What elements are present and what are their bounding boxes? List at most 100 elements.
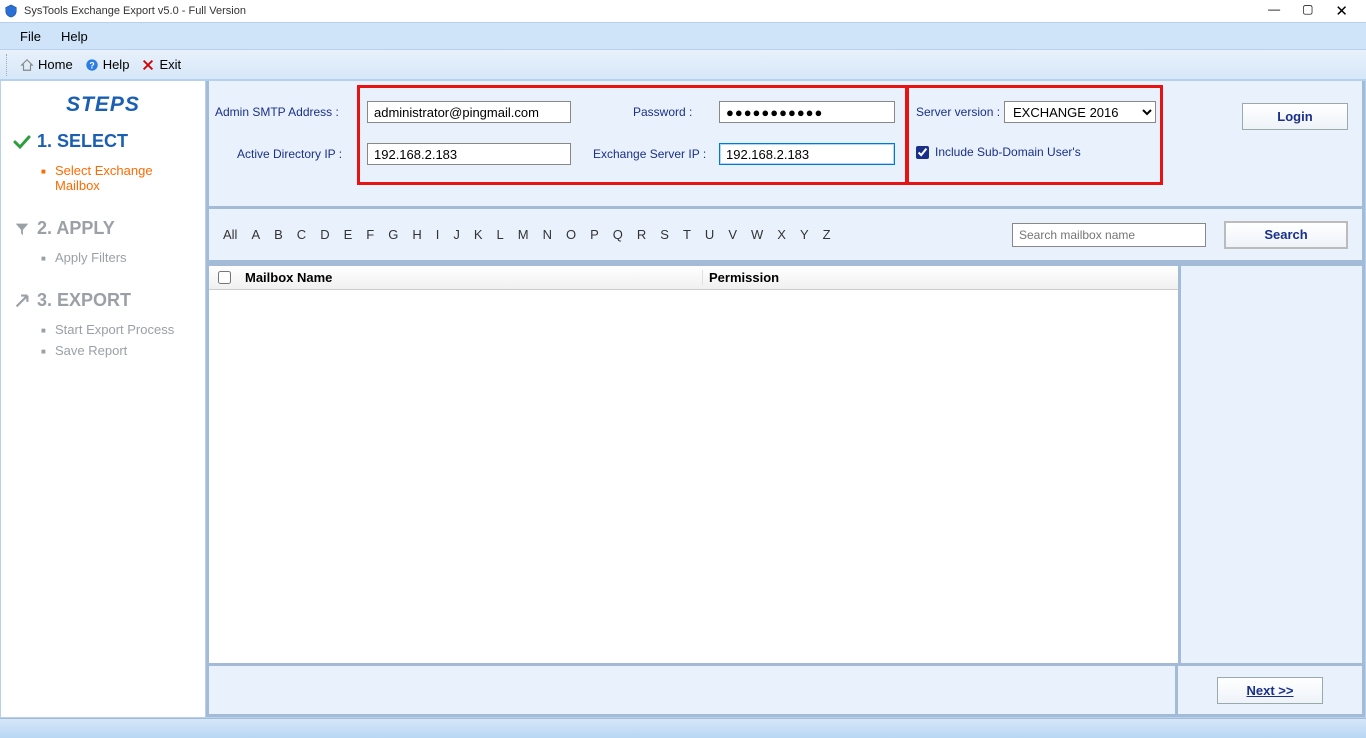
alpha-q[interactable]: Q bbox=[613, 227, 623, 242]
credentials-panel: Admin SMTP Address : Password : Active D… bbox=[206, 81, 1365, 209]
step-1: 1. SELECT Select Exchange Mailbox bbox=[11, 131, 195, 196]
mailbox-table: Mailbox Name Permission bbox=[206, 263, 1181, 666]
alpha-b[interactable]: B bbox=[274, 227, 283, 242]
step-3-head[interactable]: 3. EXPORT bbox=[11, 290, 195, 311]
include-subdomain-checkbox[interactable] bbox=[916, 146, 929, 159]
alpha-x[interactable]: X bbox=[777, 227, 786, 242]
alpha-o[interactable]: O bbox=[566, 227, 576, 242]
toolbar-exit[interactable]: Exit bbox=[135, 55, 187, 74]
maximize-button[interactable]: ▢ bbox=[1302, 2, 1313, 20]
step-3-label: 3. EXPORT bbox=[37, 290, 131, 311]
login-button[interactable]: Login bbox=[1242, 103, 1348, 130]
svg-text:?: ? bbox=[89, 60, 94, 70]
menubar: File Help bbox=[0, 22, 1366, 50]
minimize-button[interactable]: — bbox=[1268, 2, 1280, 20]
exit-icon bbox=[141, 58, 155, 72]
admin-smtp-input[interactable] bbox=[367, 101, 571, 123]
alpha-a[interactable]: A bbox=[251, 227, 260, 242]
password-label: Password : bbox=[633, 105, 692, 119]
filter-icon bbox=[11, 220, 33, 238]
step-3-sub-1[interactable]: Start Export Process bbox=[55, 319, 195, 340]
check-icon bbox=[11, 132, 33, 152]
step-1-head[interactable]: 1. SELECT bbox=[11, 131, 195, 152]
alpha-w[interactable]: W bbox=[751, 227, 763, 242]
toolbar: Home ? Help Exit bbox=[0, 50, 1366, 80]
alpha-h[interactable]: H bbox=[412, 227, 421, 242]
export-icon bbox=[11, 292, 33, 310]
password-input[interactable] bbox=[719, 101, 895, 123]
content-area: Admin SMTP Address : Password : Active D… bbox=[206, 81, 1365, 717]
alpha-p[interactable]: P bbox=[590, 227, 599, 242]
exip-label: Exchange Server IP : bbox=[593, 147, 706, 161]
step-2-label: 2. APPLY bbox=[37, 218, 115, 239]
select-all-checkbox[interactable] bbox=[218, 271, 231, 284]
toolbar-home[interactable]: Home bbox=[14, 55, 79, 74]
help-icon: ? bbox=[85, 58, 99, 72]
server-version-label: Server version : bbox=[916, 105, 1000, 119]
server-version-select[interactable]: EXCHANGE 2016 bbox=[1004, 101, 1156, 123]
window-title: SysTools Exchange Export v5.0 - Full Ver… bbox=[24, 5, 246, 17]
menu-help[interactable]: Help bbox=[51, 25, 98, 48]
alpha-l[interactable]: L bbox=[497, 227, 504, 242]
adip-input[interactable] bbox=[367, 143, 571, 165]
side-panel bbox=[1181, 263, 1365, 666]
alpha-v[interactable]: V bbox=[728, 227, 737, 242]
step-1-label: 1. SELECT bbox=[37, 131, 128, 152]
toolbar-exit-label: Exit bbox=[159, 57, 181, 72]
alpha-t[interactable]: T bbox=[683, 227, 691, 242]
alpha-r[interactable]: R bbox=[637, 227, 646, 242]
next-button[interactable]: Next >> bbox=[1217, 677, 1323, 704]
alpha-g[interactable]: G bbox=[388, 227, 398, 242]
step-3-sub-2[interactable]: Save Report bbox=[55, 340, 195, 361]
bottom-right: Next >> bbox=[1178, 666, 1362, 714]
alpha-m[interactable]: M bbox=[518, 227, 529, 242]
highlight-box-1 bbox=[357, 85, 909, 185]
include-subdomain-label: Include Sub-Domain User's bbox=[935, 145, 1081, 159]
close-button[interactable]: ✕ bbox=[1335, 2, 1348, 20]
toolbar-grip bbox=[6, 54, 10, 76]
alpha-filter-bar: All ABCDEFGHIJKLMNOPQRSTUVWXYZ Search bbox=[206, 209, 1365, 263]
app-icon bbox=[4, 4, 18, 18]
step-2-sub-1[interactable]: Apply Filters bbox=[55, 247, 195, 268]
steps-sidebar: STEPS 1. SELECT Select Exchange Mailbox … bbox=[1, 81, 206, 717]
search-button[interactable]: Search bbox=[1224, 221, 1348, 249]
highlight-box-2 bbox=[905, 85, 1163, 185]
step-1-sub-1[interactable]: Select Exchange Mailbox bbox=[55, 160, 195, 196]
alpha-y[interactable]: Y bbox=[800, 227, 809, 242]
alpha-i[interactable]: I bbox=[436, 227, 440, 242]
toolbar-help-label: Help bbox=[103, 57, 130, 72]
alpha-d[interactable]: D bbox=[320, 227, 329, 242]
window-controls: — ▢ ✕ bbox=[1268, 2, 1362, 20]
bottom-strip: Next >> bbox=[206, 663, 1365, 717]
alpha-s[interactable]: S bbox=[660, 227, 669, 242]
alpha-all[interactable]: All bbox=[223, 227, 237, 242]
mailbox-table-area: Mailbox Name Permission bbox=[206, 263, 1365, 666]
search-mailbox-input[interactable] bbox=[1012, 223, 1206, 247]
alpha-u[interactable]: U bbox=[705, 227, 714, 242]
main-area: STEPS 1. SELECT Select Exchange Mailbox … bbox=[0, 80, 1366, 718]
adip-label: Active Directory IP : bbox=[237, 147, 342, 161]
alpha-z[interactable]: Z bbox=[823, 227, 831, 242]
alpha-c[interactable]: C bbox=[297, 227, 306, 242]
toolbar-home-label: Home bbox=[38, 57, 73, 72]
col-mailbox-name[interactable]: Mailbox Name bbox=[239, 270, 703, 285]
steps-heading: STEPS bbox=[11, 93, 195, 117]
bottom-left bbox=[209, 666, 1178, 714]
alpha-j[interactable]: J bbox=[453, 227, 460, 242]
toolbar-help[interactable]: ? Help bbox=[79, 55, 136, 74]
include-subdomain-wrap[interactable]: Include Sub-Domain User's bbox=[916, 145, 1081, 159]
menu-file[interactable]: File bbox=[10, 25, 51, 48]
admin-smtp-label: Admin SMTP Address : bbox=[215, 105, 339, 119]
alpha-n[interactable]: N bbox=[543, 227, 552, 242]
step-3: 3. EXPORT Start Export Process Save Repo… bbox=[11, 290, 195, 361]
exip-input[interactable] bbox=[719, 143, 895, 165]
statusbar bbox=[0, 718, 1366, 738]
table-body bbox=[209, 290, 1178, 663]
alpha-k[interactable]: K bbox=[474, 227, 483, 242]
col-permission[interactable]: Permission bbox=[703, 270, 1178, 285]
alpha-f[interactable]: F bbox=[366, 227, 374, 242]
step-2: 2. APPLY Apply Filters bbox=[11, 218, 195, 268]
alpha-e[interactable]: E bbox=[344, 227, 353, 242]
step-2-head[interactable]: 2. APPLY bbox=[11, 218, 195, 239]
home-icon bbox=[20, 58, 34, 72]
